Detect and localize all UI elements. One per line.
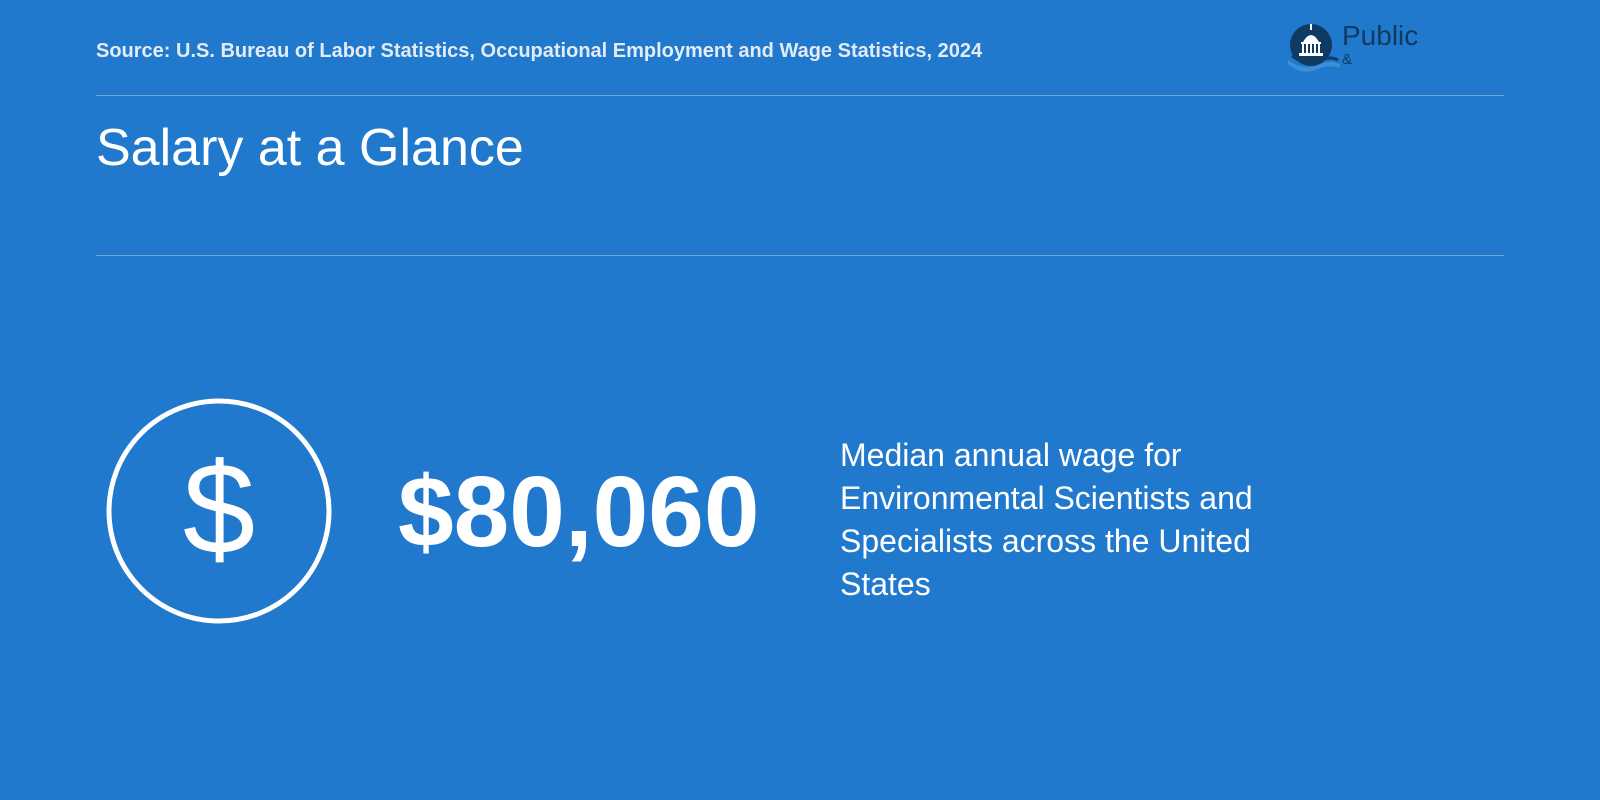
median-wage-description: Median annual wage for Environmental Sci… [840,437,1253,602]
source-citation: Source: U.S. Bureau of Labor Statistics,… [96,40,983,62]
page-title: Salary at a Glance [96,119,524,177]
dollar-symbol: $ [183,435,255,581]
logo-ampersand: & [1342,51,1353,68]
logo-wordmark: Public [1342,20,1419,51]
median-wage-value: $80,060 [398,456,760,568]
capitol-dome-icon [1288,24,1340,72]
section-divider [96,255,1504,256]
dollar-circle-icon: $ [106,398,332,624]
publisher-logo[interactable]: Public & [1284,20,1504,74]
header-divider [96,95,1504,96]
logo-tagline: & [1342,52,1352,67]
